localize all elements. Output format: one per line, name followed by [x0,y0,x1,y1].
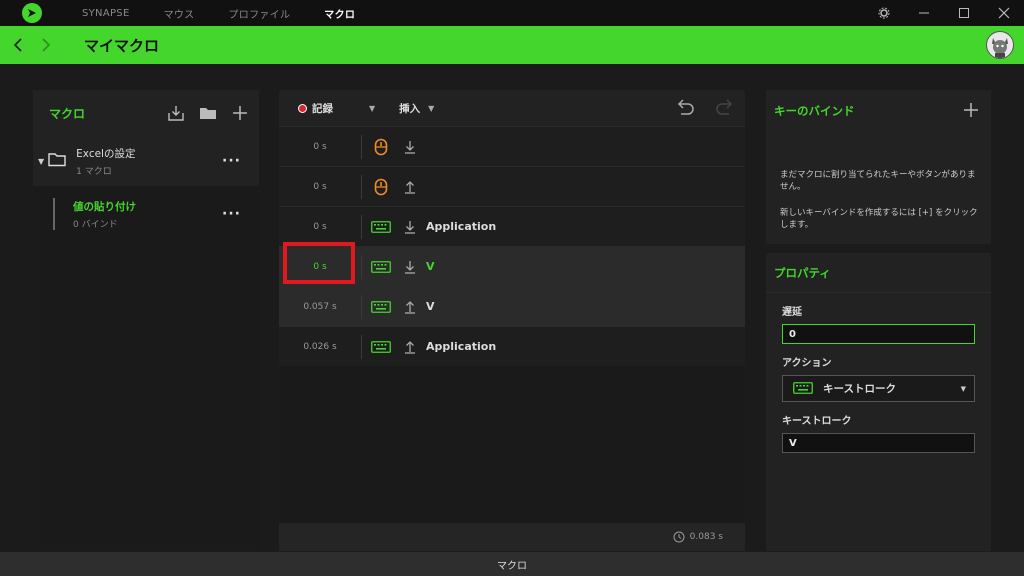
properties-panel-title: プロパティ [774,265,831,280]
insert-dropdown-icon[interactable]: ▼ [428,104,434,113]
event-separator [361,334,362,359]
event-key-label: Application [426,340,497,353]
key-up-arrow-icon [404,340,416,354]
nav-tabs: SYNAPSE マウス プロファイル マクロ [82,0,389,26]
keybind-empty-message: まだマクロに割り当てられたキーやボタンがありません。 [780,170,976,192]
event-row[interactable]: 0 s [279,126,745,166]
key-up-arrow-icon [404,180,416,194]
minimize-icon[interactable] [904,0,944,26]
event-separator [361,134,362,159]
title-bar: SYNAPSE マウス プロファイル マクロ [0,0,1024,26]
event-delay[interactable]: 0 s [279,142,361,152]
page-header: マイマクロ [0,26,1024,64]
maximize-icon[interactable] [944,0,984,26]
event-key-label: V [426,300,435,313]
editor-toolbar: 記録 ▼ 挿入 ▼ [279,90,745,126]
keyboard-icon [370,297,392,317]
folder-icon[interactable] [197,104,219,122]
folder-count: 1 マクロ [76,166,112,177]
keybind-panel: キーのバインド まだマクロに割り当てられたキーやボタンがありません。 新しいキー… [766,90,991,244]
tab-macro[interactable]: マクロ [324,6,355,21]
mouse-icon [370,177,392,197]
keyboard-icon [370,257,392,277]
key-up-arrow-icon [404,300,416,314]
status-bar: マクロ [0,552,1024,576]
key-down-arrow-icon [404,140,416,154]
window-controls [864,0,1024,26]
event-separator [361,214,362,239]
page-title: マイマクロ [84,36,160,55]
macro-folder[interactable]: ▼ Excelの設定 1 マクロ ··· [33,136,259,186]
tree-line [53,198,55,230]
add-icon[interactable] [229,104,251,122]
event-row[interactable]: 0.026 s Application [279,326,745,366]
action-select[interactable]: キーストローク ▼ [782,375,975,402]
editor-footer: 0.083 s [279,523,745,551]
macro-bind-count: 0 バインド [73,219,118,230]
razer-logo-icon[interactable] [22,3,42,23]
macro-item[interactable]: 値の貼り付け 0 バインド ··· [33,186,259,242]
macros-panel-title: マクロ [49,106,86,121]
settings-gear-icon[interactable] [864,0,904,26]
delay-label: 遅延 [782,307,802,318]
chevron-down-icon[interactable]: ▼ [961,385,966,393]
event-delay[interactable]: 0 s [279,182,361,192]
tab-mouse[interactable]: マウス [164,6,195,21]
event-separator [361,174,362,199]
event-row[interactable]: 0.057 s V [279,286,745,326]
insert-button[interactable]: 挿入 [399,101,420,116]
keyboard-icon [370,217,392,237]
macro-editor-panel: 記録 ▼ 挿入 ▼ 0 s0 s0 s Application 0 s V 0.057 … [279,90,745,551]
import-icon[interactable] [165,104,187,122]
keybind-panel-title: キーのバインド [774,104,855,118]
action-value: キーストローク [823,383,896,395]
record-button[interactable]: 記録 [312,101,333,116]
key-down-arrow-icon [404,260,416,274]
keybind-help-message: 新しいキーバインドを作成するには [+] をクリックします。 [780,208,978,230]
macros-panel-header: マクロ [33,90,259,136]
event-row[interactable]: 0 s [279,166,745,206]
action-label: アクション [782,358,832,369]
keyboard-icon [370,337,392,357]
caret-down-icon[interactable]: ▼ [38,157,44,166]
event-delay[interactable]: 0.026 s [279,342,361,352]
event-separator [361,254,362,279]
tab-synapse[interactable]: SYNAPSE [82,8,130,19]
user-avatar[interactable] [986,31,1014,59]
macro-name: 値の貼り付け [73,200,136,213]
record-dot-icon[interactable] [298,103,307,113]
event-row[interactable]: 0 s Application [279,206,745,246]
keystroke-label: キーストローク [782,416,852,427]
undo-icon[interactable] [675,98,695,120]
clock-icon [673,528,685,547]
status-text: マクロ [497,560,527,572]
macro-more-icon[interactable]: ··· [222,206,241,222]
record-dropdown-icon[interactable]: ▼ [369,104,375,113]
event-key-label: Application [426,220,497,233]
key-down-arrow-icon [404,220,416,234]
delay-input[interactable]: 0 [782,324,975,344]
total-duration: 0.083 s [689,532,723,542]
highlight-annotation-box [283,242,355,284]
mouse-icon [370,137,392,157]
keystroke-input[interactable]: V [782,433,975,453]
event-separator [361,294,362,319]
keyboard-icon [793,379,813,398]
folder-name: Excelの設定 [76,147,136,160]
folder-more-icon[interactable]: ··· [222,153,241,169]
event-delay[interactable]: 0 s [279,222,361,232]
folder-outline-icon [48,152,66,171]
tab-profile[interactable]: プロファイル [228,6,290,21]
add-keybind-icon[interactable] [963,102,979,122]
forward-arrow-icon[interactable] [32,26,60,64]
back-arrow-icon[interactable] [4,26,32,64]
macros-panel: マクロ ▼ Excelの設定 1 マクロ ··· 値の貼り付け 0 バインド ·… [33,90,259,551]
event-key-label: V [426,260,435,273]
event-delay[interactable]: 0.057 s [279,302,361,312]
properties-panel: プロパティ 遅延 0 アクション キーストローク ▼ キーストローク V [766,253,991,551]
redo-icon[interactable] [715,98,735,120]
close-icon[interactable] [984,0,1024,26]
